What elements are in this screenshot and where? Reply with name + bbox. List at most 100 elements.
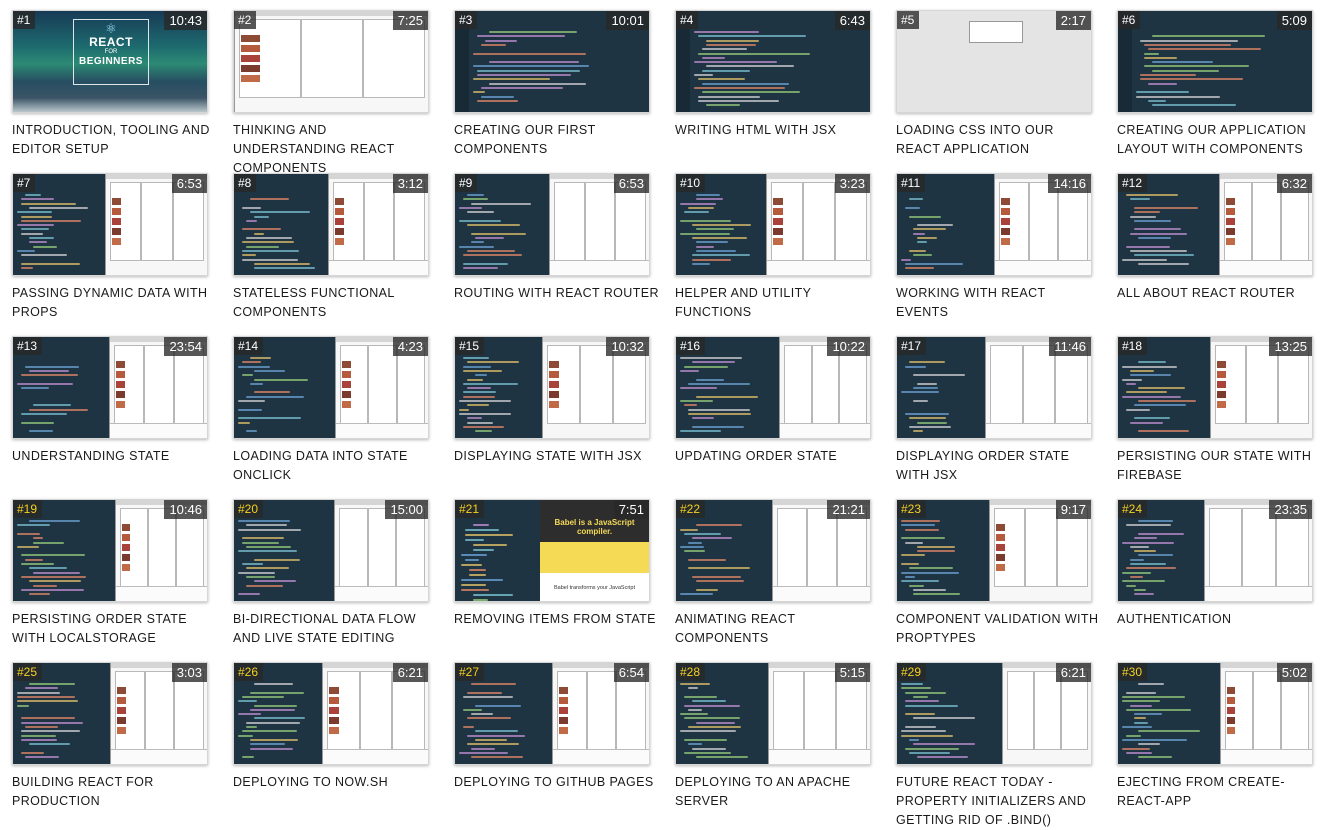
video-number-badge: #26	[234, 663, 264, 681]
video-thumbnail[interactable]: #11 14:16	[896, 173, 1092, 276]
video-duration: 10:43	[164, 11, 207, 30]
video-number-badge: #14	[234, 337, 264, 355]
video-thumbnail[interactable]: #4 6:43	[675, 10, 871, 113]
video-title[interactable]: UPDATING ORDER STATE	[675, 447, 880, 466]
video-title[interactable]: WORKING WITH REACT EVENTS	[896, 284, 1101, 322]
logo-word: BEGINNERS	[79, 56, 143, 67]
video-thumbnail[interactable]: #17 11:46	[896, 336, 1092, 439]
video-title[interactable]: DISPLAYING ORDER STATE WITH JSX	[896, 447, 1101, 485]
video-title[interactable]: PERSISTING ORDER STATE WITH LOCALSTORAGE	[12, 610, 217, 648]
video-duration: 6:32	[1276, 174, 1312, 193]
video-thumbnail[interactable]: #23 9:17	[896, 499, 1092, 602]
video-number-badge: #22	[676, 500, 706, 518]
video-duration: 9:17	[1055, 500, 1091, 519]
react-atom-icon: ⚛	[105, 21, 117, 36]
video-number-badge: #8	[234, 174, 257, 192]
video-duration: 3:23	[834, 174, 870, 193]
video-duration: 10:46	[164, 500, 207, 519]
video-thumbnail[interactable]: #15 10:32	[454, 336, 650, 439]
video-duration: 10:01	[606, 11, 649, 30]
video-number-badge: #2	[234, 11, 257, 29]
video-title[interactable]: LOADING DATA INTO STATE ONCLICK	[233, 447, 438, 485]
video-title[interactable]: ALL ABOUT REACT ROUTER	[1117, 284, 1322, 303]
video-thumbnail[interactable]: #3 10:01	[454, 10, 650, 113]
video-title[interactable]: BUILDING REACT FOR PRODUCTION	[12, 773, 217, 811]
video-number-badge: #21	[455, 500, 485, 518]
video-thumbnail[interactable]: #25 3:03	[12, 662, 208, 765]
video-number-badge: #10	[676, 174, 706, 192]
video-thumbnail[interactable]: #28 5:15	[675, 662, 871, 765]
video-number-badge: #12	[1118, 174, 1148, 192]
video-thumbnail[interactable]: ⚛ REACT FOR BEGINNERS #1 10:43	[12, 10, 208, 113]
video-number-badge: #17	[897, 337, 927, 355]
video-title[interactable]: DEPLOYING TO NOW.SH	[233, 773, 438, 792]
video-thumbnail[interactable]: #10 3:23	[675, 173, 871, 276]
video-thumbnail[interactable]: #24 23:35	[1117, 499, 1313, 602]
video-number-badge: #15	[455, 337, 485, 355]
video-thumbnail[interactable]: #13 23:54	[12, 336, 208, 439]
video-thumbnail[interactable]: #20 15:00	[233, 499, 429, 602]
video-duration: 11:46	[1049, 337, 1091, 356]
react-for-beginners-logo: ⚛ REACT FOR BEGINNERS	[73, 19, 149, 85]
video-number-badge: #13	[13, 337, 43, 355]
video-thumbnail[interactable]: #27 6:54	[454, 662, 650, 765]
video-title[interactable]: BI-DIRECTIONAL DATA FLOW AND LIVE STATE …	[233, 610, 438, 648]
video-title[interactable]: PERSISTING OUR STATE WITH FIREBASE	[1117, 447, 1322, 485]
video-title[interactable]: STATELESS FUNCTIONAL COMPONENTS	[233, 284, 438, 322]
video-number-badge: #25	[13, 663, 43, 681]
video-thumbnail[interactable]: #14 4:23	[233, 336, 429, 439]
video-grid: ⚛ REACT FOR BEGINNERS #1 10:43 INTRODUCTION, T…	[0, 0, 1326, 828]
video-thumbnail[interactable]: #19 10:46	[12, 499, 208, 602]
video-thumbnail[interactable]: #9 6:53	[454, 173, 650, 276]
video-number-badge: #5	[897, 11, 920, 29]
video-title[interactable]: DEPLOYING TO GITHUB PAGES	[454, 773, 659, 792]
video-thumbnail[interactable]: #5 2:17	[896, 10, 1092, 113]
video-duration: 14:16	[1048, 174, 1091, 193]
video-thumbnail[interactable]: #18 13:25	[1117, 336, 1313, 439]
video-thumbnail[interactable]: #12 6:32	[1117, 173, 1313, 276]
video-title[interactable]: DEPLOYING TO AN APACHE SERVER	[675, 773, 880, 811]
video-thumbnail[interactable]: #7 6:53	[12, 173, 208, 276]
video-number-badge: #11	[897, 174, 926, 192]
logo-word: REACT	[89, 35, 133, 49]
video-duration: 6:53	[171, 174, 207, 193]
video-thumbnail[interactable]: #22 21:21	[675, 499, 871, 602]
video-number-badge: #1	[13, 11, 36, 29]
video-thumbnail[interactable]: #29 6:21	[896, 662, 1092, 765]
video-number-badge: #18	[1118, 337, 1148, 355]
video-number-badge: #20	[234, 500, 264, 518]
video-title[interactable]: ANIMATING REACT COMPONENTS	[675, 610, 880, 648]
video-thumbnail[interactable]: Babel is a JavaScript compiler. Babel tra…	[454, 499, 650, 602]
video-title[interactable]: UNDERSTANDING STATE	[12, 447, 217, 466]
video-title[interactable]: WRITING HTML WITH JSX	[675, 121, 880, 140]
video-thumbnail[interactable]: #16 10:22	[675, 336, 871, 439]
video-thumbnail[interactable]: #8 3:12	[233, 173, 429, 276]
video-title[interactable]: COMPONENT VALIDATION WITH PROPTYPES	[896, 610, 1101, 648]
video-number-badge: #9	[455, 174, 478, 192]
video-title[interactable]: INTRODUCTION, TOOLING AND EDITOR SETUP	[12, 121, 217, 159]
video-duration: 2:17	[1055, 11, 1091, 30]
video-duration: 7:25	[392, 11, 428, 30]
video-duration: 3:03	[171, 663, 207, 682]
video-number-badge: #30	[1118, 663, 1148, 681]
video-title[interactable]: CREATING OUR APPLICATION LAYOUT WITH COM…	[1117, 121, 1322, 159]
video-thumbnail[interactable]: #2 7:25	[233, 10, 429, 113]
video-number-badge: #16	[676, 337, 706, 355]
video-title[interactable]: AUTHENTICATION	[1117, 610, 1322, 629]
video-number-badge: #29	[897, 663, 927, 681]
video-title[interactable]: THINKING AND UNDERSTANDING REACT COMPONE…	[233, 121, 438, 178]
video-title[interactable]: HELPER AND UTILITY FUNCTIONS	[675, 284, 880, 322]
video-thumbnail[interactable]: #30 5:02	[1117, 662, 1313, 765]
video-number-badge: #7	[13, 174, 36, 192]
video-thumbnail[interactable]: #6 5:09	[1117, 10, 1313, 113]
video-number-badge: #23	[897, 500, 927, 518]
video-title[interactable]: ROUTING WITH REACT ROUTER	[454, 284, 659, 303]
video-title[interactable]: EJECTING FROM CREATE-REACT-APP	[1117, 773, 1322, 811]
video-title[interactable]: REMOVING ITEMS FROM STATE	[454, 610, 659, 629]
video-title[interactable]: CREATING OUR FIRST COMPONENTS	[454, 121, 659, 159]
video-title[interactable]: DISPLAYING STATE WITH JSX	[454, 447, 659, 466]
video-title[interactable]: PASSING DYNAMIC DATA WITH PROPS	[12, 284, 217, 322]
video-title[interactable]: FUTURE REACT TODAY - PROPERTY INITIALIZE…	[896, 773, 1101, 830]
video-thumbnail[interactable]: #26 6:21	[233, 662, 429, 765]
video-title[interactable]: LOADING CSS INTO OUR REACT APPLICATION	[896, 121, 1101, 159]
